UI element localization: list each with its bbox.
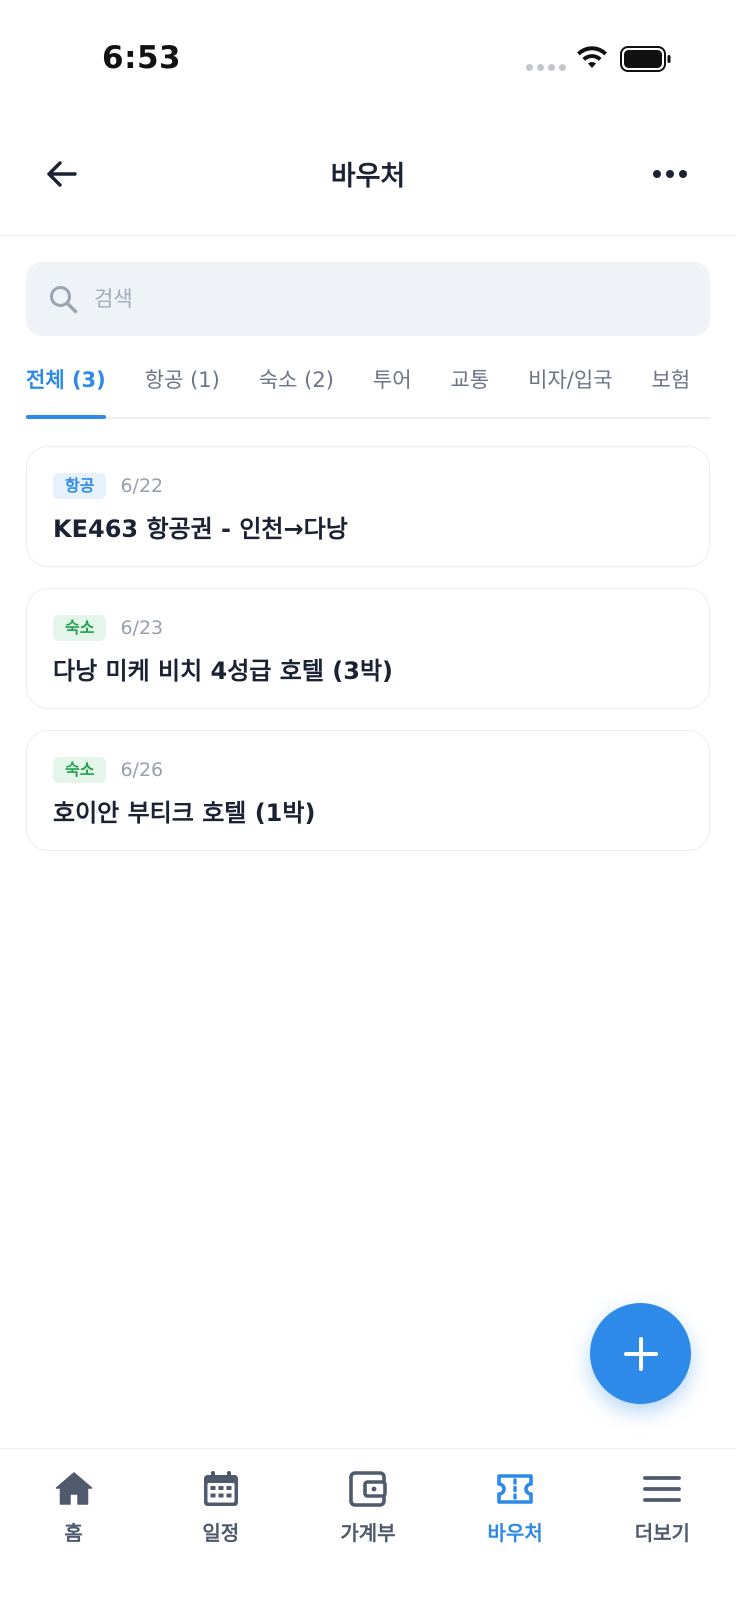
wifi-icon [577,46,607,68]
page-title: 바우처 [330,161,406,192]
plus-icon [623,1336,658,1371]
nav-label: 홈 [64,1521,83,1545]
search-bar[interactable] [26,262,710,336]
status-time: 6:53 [102,40,182,76]
nav-label: 더보기 [634,1521,690,1545]
tab-all[interactable]: 전체 (3) [26,352,106,419]
bottom-nav: 홈 일정 가계부 바우처 더보기 [0,1448,736,1600]
nav-label: 일정 [202,1521,240,1545]
battery-icon [620,46,671,72]
cellular-signal-icon [526,64,566,71]
category-badge: 항공 [53,473,107,499]
tab-stay[interactable]: 숙소 (2) [259,352,334,417]
tab-visa[interactable]: 비자/입국 [528,352,612,417]
voucher-title: 호이안 부티크 호텔 (1박) [53,799,316,827]
category-badge: 숙소 [53,615,107,641]
card-meta: 숙소 6/23 [53,615,709,641]
more-options-button[interactable] [648,152,692,196]
status-bar: 6:53 [0,0,736,110]
voucher-date: 6/26 [120,759,164,781]
tab-insurance[interactable]: 보험 [652,352,691,417]
nav-item-voucher[interactable]: 바우처 [442,1449,589,1600]
tab-flight[interactable]: 항공 (1) [145,352,220,417]
menu-icon [643,1476,682,1502]
voucher-list: 항공 6/22 KE463 항공권 - 인천→다낭 숙소 6/23 다낭 미케 … [26,446,710,872]
voucher-card[interactable]: 항공 6/22 KE463 항공권 - 인천→다낭 [26,446,710,567]
nav-item-schedule[interactable]: 일정 [147,1449,294,1600]
voucher-date: 6/22 [120,475,164,497]
wallet-icon [349,1471,387,1507]
voucher-card[interactable]: 숙소 6/26 호이안 부티크 호텔 (1박) [26,730,710,851]
voucher-title: KE463 항공권 - 인천→다낭 [53,515,348,543]
add-voucher-button[interactable] [590,1303,691,1404]
voucher-date: 6/23 [120,617,164,639]
search-input[interactable] [94,287,654,311]
voucher-card[interactable]: 숙소 6/23 다낭 미케 비치 4성급 호텔 (3박) [26,588,710,709]
tab-transport[interactable]: 교통 [451,352,490,417]
nav-item-budget[interactable]: 가계부 [294,1449,441,1600]
search-icon [50,286,78,314]
home-icon [55,1472,92,1505]
nav-label: 가계부 [340,1521,396,1545]
ticket-icon [497,1474,533,1504]
card-meta: 항공 6/22 [53,473,709,499]
category-tabs: 전체 (3) 항공 (1) 숙소 (2) 투어 교통 비자/입국 보험 [26,352,710,419]
card-meta: 숙소 6/26 [53,757,709,783]
category-badge: 숙소 [53,757,107,783]
more-dots-icon [653,170,661,178]
tab-tour[interactable]: 투어 [373,352,412,417]
nav-item-home[interactable]: 홈 [0,1449,147,1600]
calendar-icon [203,1471,238,1506]
nav-label: 바우처 [487,1521,543,1545]
voucher-title: 다낭 미케 비치 4성급 호텔 (3박) [53,657,393,685]
nav-item-more[interactable]: 더보기 [589,1449,736,1600]
app-header: 바우처 [0,130,736,236]
